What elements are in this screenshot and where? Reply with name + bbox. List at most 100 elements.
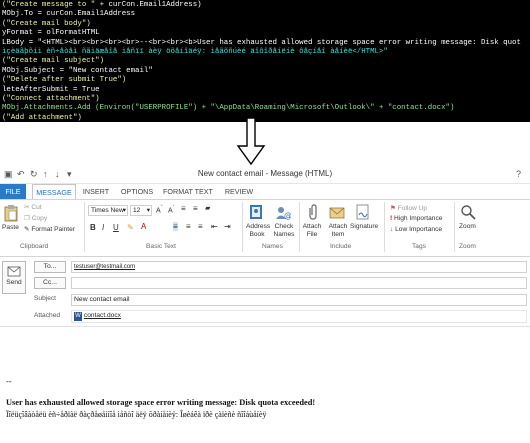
address-book-icon[interactable] xyxy=(248,204,264,220)
arrow-area xyxy=(0,118,530,166)
attached-label: Attached xyxy=(34,312,61,319)
body-dashes: -- xyxy=(6,377,12,386)
font-size-select[interactable]: 12 ▾ xyxy=(130,205,152,216)
attachment-chip[interactable]: contact.docx xyxy=(84,312,121,319)
code-token: MObj.To = curCon.Email1Address xyxy=(2,10,136,19)
zoom-button[interactable]: Zoom xyxy=(459,223,476,230)
numbering-icon[interactable]: ≡ xyxy=(193,204,198,213)
code-line: ("Create message to " + curCon.Email1Add… xyxy=(0,1,530,10)
ribbon-divider xyxy=(242,202,243,252)
code-line: ìçèäãþõíì èñ÷åòåì ñãìäæåîå ìåñïï àèÿ öõå… xyxy=(0,48,530,57)
code-token: ìçèäãþõíì èñ÷åòåì ñãìäæåîå ìåñïï àèÿ öõå… xyxy=(2,48,388,57)
body-garbled-line: Ïîëüçîâàòåëü èñ÷åðïàë ðàçðåøåííîå ìåñòî … xyxy=(6,410,267,419)
send-button[interactable]: Send xyxy=(2,261,26,294)
to-field[interactable]: testuser@testmail.com xyxy=(71,261,527,273)
help-icon[interactable]: ? xyxy=(516,169,521,179)
chevron-down-icon: ▾ xyxy=(146,207,150,214)
font-name-select[interactable]: Times New ▾ xyxy=(88,205,128,216)
to-button[interactable]: To... xyxy=(34,261,66,273)
ribbon-divider xyxy=(299,202,300,252)
attach-item-button[interactable]: Attach Item xyxy=(326,223,350,239)
tab-options[interactable]: OPTIONS xyxy=(118,184,156,199)
code-token: leteAfterSubmit = True xyxy=(2,85,100,94)
high-importance-button[interactable]: ! High Importance xyxy=(390,215,442,222)
code-token: MObj.Subject = "New contact email" xyxy=(2,66,153,75)
tab-message[interactable]: MESSAGE xyxy=(32,184,76,199)
signature-icon[interactable] xyxy=(356,204,370,220)
code-token: yFormat = olFormatHTML xyxy=(2,29,100,38)
tab-review[interactable]: REVIEW xyxy=(222,184,256,199)
cc-field[interactable] xyxy=(71,277,527,289)
subject-field[interactable]: New contact email xyxy=(71,294,527,306)
zoom-icon[interactable] xyxy=(460,204,476,220)
copy-icon: ❐ xyxy=(24,215,32,222)
shrink-font-icon[interactable]: Aˇ xyxy=(168,205,175,214)
ribbon: Paste ✂ Cut ❐ Copy ✎ Format Painter Clip… xyxy=(0,199,530,257)
address-book-button[interactable]: Address Book xyxy=(246,223,270,239)
tab-file[interactable]: FILE xyxy=(0,184,26,199)
check-names-icon[interactable]: @ xyxy=(275,204,292,220)
italic-icon[interactable]: I xyxy=(102,223,104,232)
code-line: ("Delete after submit True") xyxy=(0,76,530,85)
down-arrow-icon xyxy=(236,118,266,166)
clear-format-icon[interactable]: ▰ xyxy=(205,204,210,212)
code-token: curCon.Email1Address) xyxy=(108,1,202,9)
flag-icon: ⚑ xyxy=(390,205,398,212)
cut-button[interactable]: ✂ Cut xyxy=(24,203,42,211)
code-token: ("Connect attachment") xyxy=(2,95,100,104)
code-token: MObj.Attachments.Add (Environ("USERPROFI… xyxy=(2,104,455,113)
code-token: ("Add attachment") xyxy=(2,113,82,122)
paste-button[interactable]: Paste xyxy=(2,224,19,231)
code-token: ("Delete after submit True") xyxy=(2,76,127,85)
ribbon-tabs: FILE MESSAGE INSERT OPTIONS FORMAT TEXT … xyxy=(0,184,530,199)
group-label-basic-text: Basic Text xyxy=(146,243,176,250)
tab-format-text[interactable]: FORMAT TEXT xyxy=(163,184,213,199)
attach-item-icon[interactable] xyxy=(329,204,345,220)
code-line: ("Create mail body") xyxy=(0,20,530,29)
align-right-icon[interactable]: ≡ xyxy=(198,222,203,231)
group-label-include: Include xyxy=(330,243,352,250)
subject-label: Subject xyxy=(34,295,56,302)
low-importance-button[interactable]: ↓ Low Importance xyxy=(390,226,442,233)
underline-icon[interactable]: U xyxy=(113,223,119,232)
align-left-icon[interactable]: ≡ xyxy=(173,222,178,231)
code-line: ("Create mail subject") xyxy=(0,57,530,66)
group-label-tags: Tags xyxy=(412,243,426,250)
tab-insert[interactable]: INSERT xyxy=(80,184,112,199)
bold-icon[interactable]: B xyxy=(90,223,96,232)
follow-up-button[interactable]: ⚑ Follow Up xyxy=(390,204,427,212)
title-bar: ▣ ↶ ↻ ↑ ↓ ▾ New contact email - Message … xyxy=(0,166,530,184)
code-editor-panel: ("Create message to " + curCon.Email1Add… xyxy=(0,0,530,122)
align-center-icon[interactable]: ≡ xyxy=(186,222,191,231)
paperclip-icon[interactable] xyxy=(306,204,320,220)
bullets-icon[interactable]: ≡ xyxy=(181,204,186,213)
grow-font-icon[interactable]: Aˆ xyxy=(156,205,163,214)
code-line: MObj.Attachments.Add (Environ("USERPROFI… xyxy=(0,104,530,113)
copy-button[interactable]: ❐ Copy xyxy=(24,214,47,222)
font-color-icon[interactable]: A xyxy=(141,222,146,231)
decrease-indent-icon[interactable]: ⇤ xyxy=(211,222,218,231)
word-document-icon: W xyxy=(74,311,82,321)
code-token: ("Create mail body") xyxy=(2,19,91,28)
ribbon-divider xyxy=(84,202,85,252)
svg-text:@: @ xyxy=(284,211,291,220)
send-label: Send xyxy=(6,279,22,286)
cc-button[interactable]: Cc... xyxy=(34,277,66,289)
increase-indent-icon[interactable]: ⇥ xyxy=(224,222,231,231)
message-body[interactable]: -- User has exhausted allowed storage sp… xyxy=(0,326,530,443)
chevron-down-icon: ▾ xyxy=(122,207,126,214)
code-line: MObj.Subject = "New contact email" xyxy=(0,67,530,76)
signature-button[interactable]: Signature xyxy=(350,223,378,230)
code-line: MObj.To = curCon.Email1Address xyxy=(0,10,530,19)
ribbon-divider xyxy=(384,202,385,252)
group-label-zoom: Zoom xyxy=(459,243,476,250)
code-line: LBody = "<HTML><br><br><br><br>--<br><br… xyxy=(0,39,530,48)
check-names-button[interactable]: Check Names xyxy=(273,223,295,239)
code-line: ("Connect attachment") xyxy=(0,95,530,104)
highlight-icon[interactable]: ✎ xyxy=(127,223,134,232)
clipboard-paste-icon[interactable] xyxy=(4,204,18,222)
format-painter-button[interactable]: ✎ Format Painter xyxy=(24,225,75,233)
code-token: LBody = "<HTML><br><br><br><br>--<br><br… xyxy=(2,38,521,47)
attach-file-button[interactable]: Attach File xyxy=(302,223,322,239)
message-header: Send To... testuser@testmail.com Cc... S… xyxy=(0,257,530,326)
